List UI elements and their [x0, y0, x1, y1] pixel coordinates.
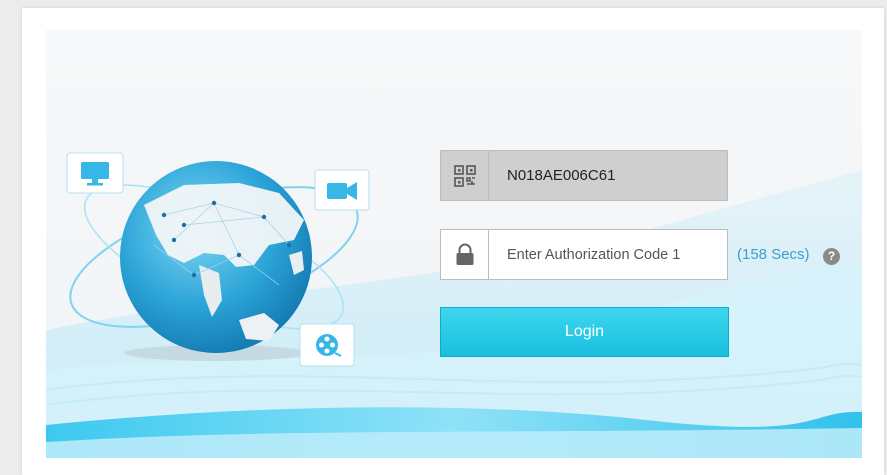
auth-countdown: (158 Secs) — [737, 246, 810, 263]
auth-code-input[interactable]: Enter Authorization Code 1 — [489, 247, 680, 263]
device-id-value: N018AE006C61 — [507, 167, 616, 184]
video-camera-icon — [314, 169, 370, 211]
lock-icon — [441, 230, 489, 279]
device-id-field: N018AE006C61 — [440, 150, 728, 201]
monitor-icon — [66, 152, 124, 194]
qr-code-icon — [441, 151, 489, 200]
film-reel-icon — [299, 323, 355, 367]
login-button[interactable]: Login — [440, 307, 729, 357]
help-icon[interactable]: ? — [823, 248, 840, 265]
auth-code-field[interactable]: Enter Authorization Code 1 — [440, 229, 728, 280]
